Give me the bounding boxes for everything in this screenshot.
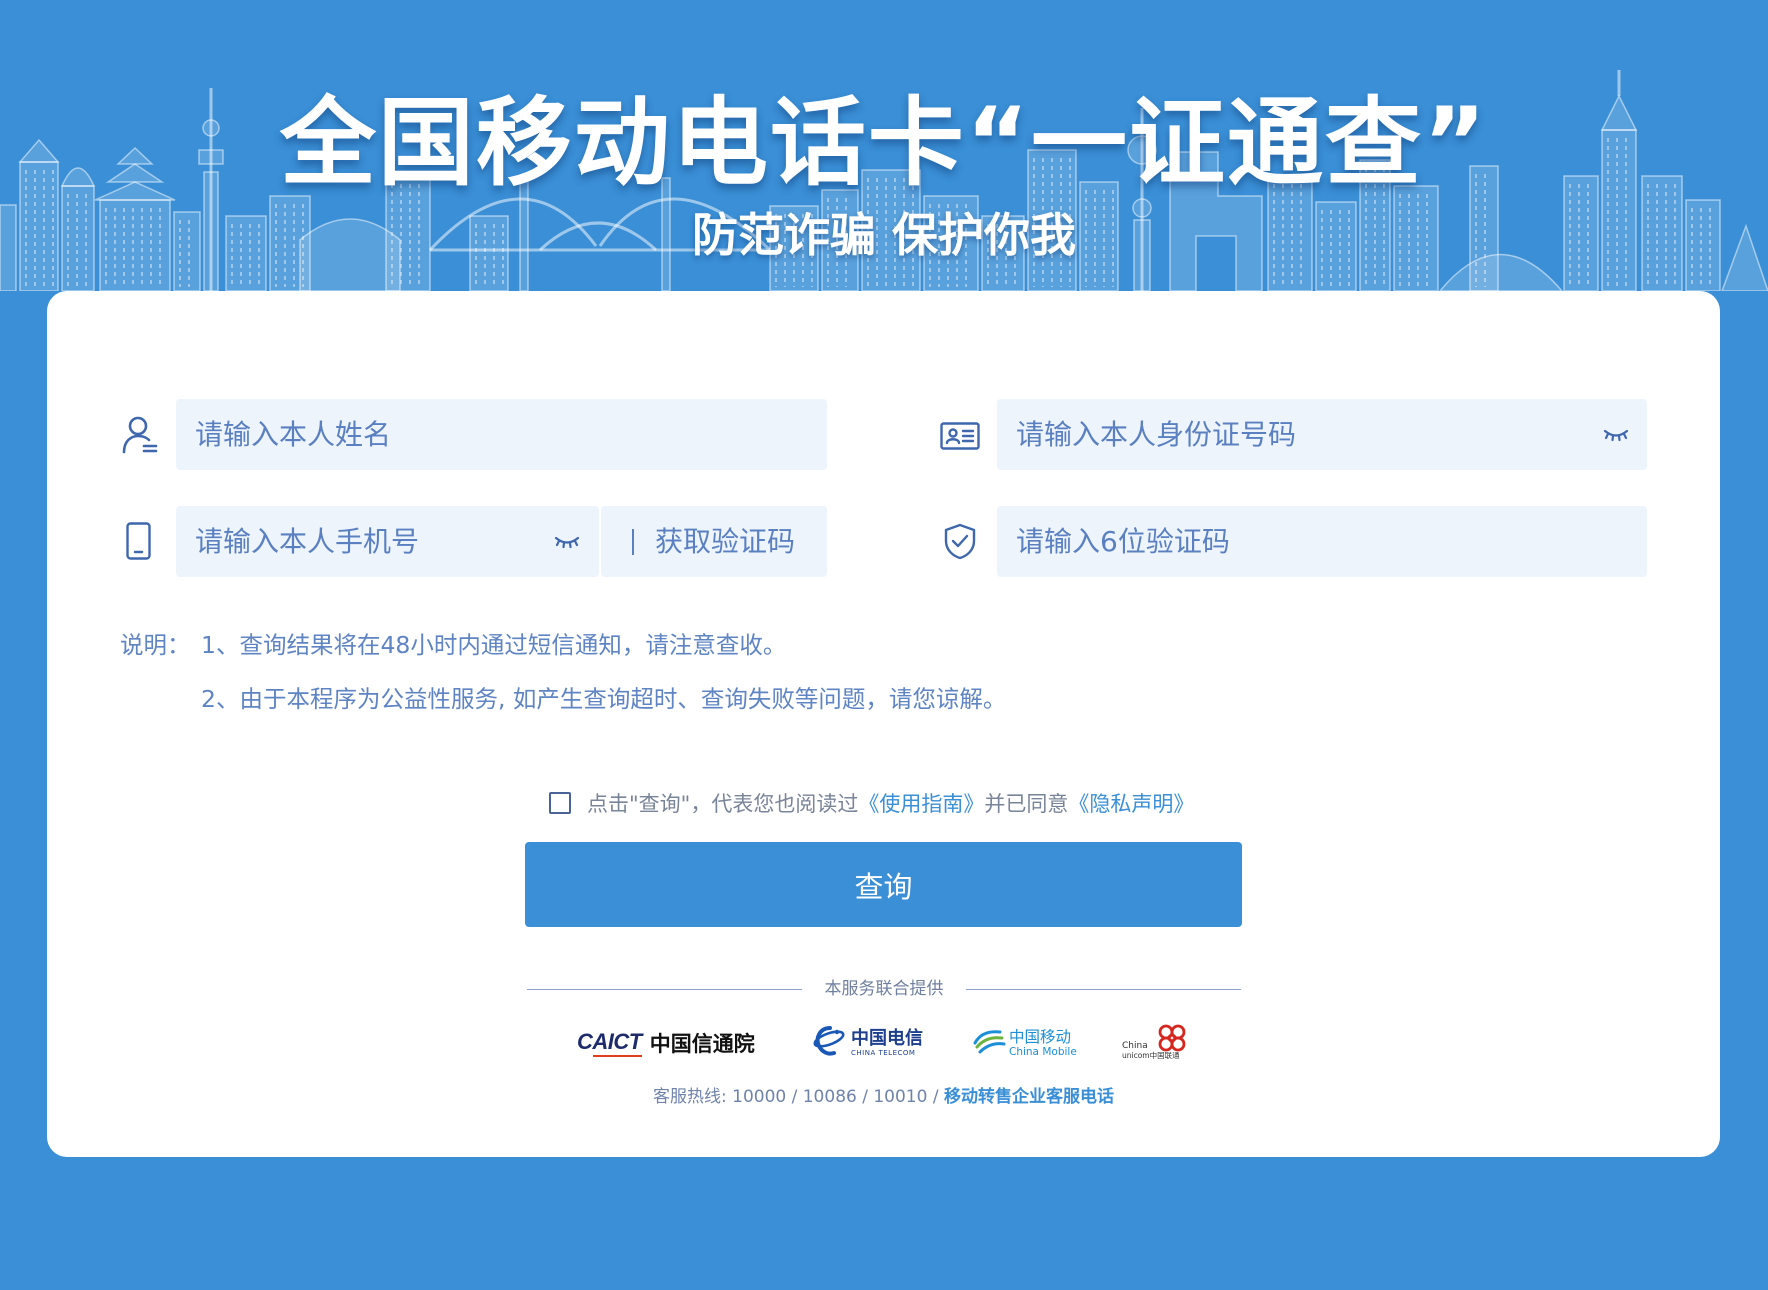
provider-logos: CAICT 中国信通院 中国电信 CHINA TELECOM 中国移动 Chin… <box>577 1021 1190 1065</box>
caict-logo: CAICT 中国信通院 <box>577 1021 765 1065</box>
reseller-hotline-link[interactable]: 移动转售企业客服电话 <box>944 1087 1114 1107</box>
china-unicom-knot-icon <box>1158 1024 1186 1052</box>
phone-input[interactable] <box>176 506 599 577</box>
shield-check-icon <box>943 523 977 560</box>
get-code-label: 获取验证码 <box>655 525 796 558</box>
banner: 全国移动电话卡“一证通查” 防范诈骗 保护你我 <box>0 0 1768 291</box>
caict-logo-latin: CAICT <box>577 1029 642 1058</box>
note-item: 1、查询结果将在48小时内通过短信通知，请注意查收。 <box>201 631 787 659</box>
agreement-checkbox[interactable] <box>549 792 571 814</box>
id-card-icon <box>940 422 980 450</box>
name-input[interactable] <box>176 399 827 470</box>
code-field <box>997 506 1647 577</box>
providers-label: 本服务联合提供 <box>824 979 944 999</box>
id-number-input[interactable] <box>997 399 1647 470</box>
name-field <box>176 399 827 470</box>
query-card: 获取验证码 说明： 1、查询结果将在48小时内通过短信通知，请注意查收。 2、由… <box>47 291 1720 1157</box>
china-mobile-latin: China Mobile <box>1009 1045 1077 1058</box>
china-mobile-emblem-icon <box>972 1026 1006 1060</box>
phone-field <box>176 506 599 577</box>
usage-guide-link[interactable]: 《使用指南》 <box>858 788 984 818</box>
caict-logo-name: 中国信通院 <box>649 1032 755 1056</box>
privacy-statement-link[interactable]: 《隐私声明》 <box>1068 788 1194 818</box>
china-unicom-logo: China unicom中国联通 <box>1122 1021 1190 1065</box>
china-telecom-wordmark: 中国电信 CHINA TELECOM <box>851 1027 923 1058</box>
hotline-footer: 客服热线: 10000 / 10086 / 10010 / 移动转售企业客服电话 <box>47 1085 1720 1109</box>
page-title: 全国移动电话卡“一证通查” <box>279 87 1489 199</box>
eye-closed-icon[interactable] <box>554 534 580 553</box>
china-telecom-emblem-icon <box>811 1024 847 1062</box>
get-code-separator <box>632 529 634 555</box>
verification-code-input[interactable] <box>997 506 1647 577</box>
id-number-field <box>997 399 1647 470</box>
user-icon <box>122 415 158 455</box>
hotline-numbers: 客服热线: 10000 / 10086 / 10010 / <box>653 1087 944 1107</box>
notes-label: 说明： <box>120 631 191 659</box>
note-item: 2、由于本程序为公益性服务, 如产生查询超时、查询失败等问题，请您谅解。 <box>201 685 1007 713</box>
china-mobile-logo: 中国移动 China Mobile <box>972 1021 1077 1065</box>
page: 全国移动电话卡“一证通查” 防范诈骗 保护你我 请输入本人姓名 请输入本人身份证… <box>0 0 1768 1290</box>
divider-line <box>966 989 1241 990</box>
get-code-button[interactable]: 获取验证码 <box>601 506 827 577</box>
page-subtitle: 防范诈骗 保护你我 <box>691 208 1076 262</box>
agreement-row: 点击"查询"，代表您也阅读过 《使用指南》 并已同意 《隐私声明》 <box>549 788 1194 818</box>
divider-line <box>527 989 802 990</box>
phone-icon <box>126 522 151 560</box>
china-mobile-name: 中国移动 <box>1009 1027 1072 1046</box>
china-telecom-latin: CHINA TELECOM <box>851 1048 916 1057</box>
agreement-text-middle: 并已同意 <box>984 792 1069 816</box>
china-telecom-logo: 中国电信 CHINA TELECOM <box>811 1021 926 1065</box>
query-button[interactable]: 查询 <box>525 842 1242 927</box>
china-mobile-wordmark: 中国移动 China Mobile <box>1009 1028 1077 1059</box>
eye-closed-icon[interactable] <box>1603 427 1629 446</box>
china-telecom-name: 中国电信 <box>851 1027 923 1049</box>
agreement-text: 点击"查询"，代表您也阅读过 <box>587 792 859 816</box>
